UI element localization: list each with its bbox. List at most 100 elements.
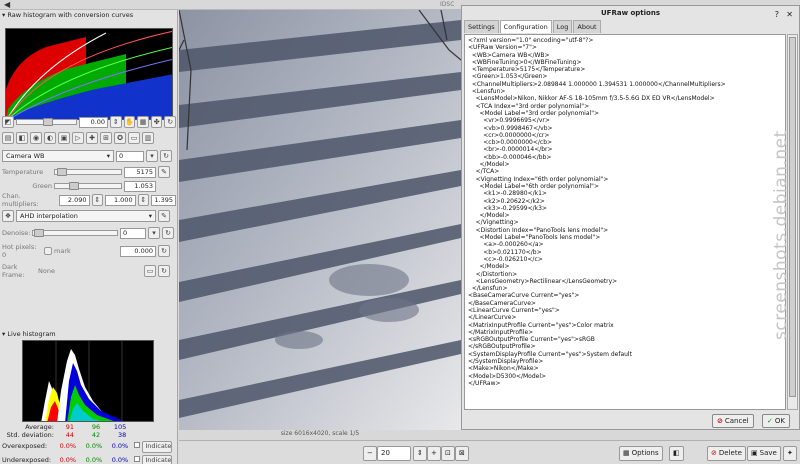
xml-line: <LinearCurve Current="yes"> bbox=[468, 306, 560, 314]
ok-check-icon: ✓ bbox=[767, 417, 773, 425]
zoom-spin-icon[interactable]: ⇕ bbox=[413, 446, 427, 461]
zoom-out-icon[interactable]: − bbox=[363, 446, 377, 461]
denoise-slider-knob[interactable] bbox=[34, 229, 44, 237]
load-darkframe-icon[interactable]: ▭ bbox=[144, 265, 156, 277]
wb-tab-icon[interactable]: ◧ bbox=[16, 132, 28, 144]
spot-wb-icon[interactable]: ✎ bbox=[158, 166, 170, 178]
live-histogram-header[interactable]: ▾ Live histogram bbox=[0, 329, 178, 339]
hotpixels-value[interactable]: 0.000 bbox=[120, 245, 156, 257]
send-to-gimp-icon[interactable]: ✦ bbox=[783, 446, 797, 461]
underexposed-indicate-button[interactable]: Indicate bbox=[142, 455, 173, 464]
crop-tab-icon[interactable]: ⊞ bbox=[100, 132, 112, 144]
xml-line: </Model> bbox=[468, 263, 510, 271]
wb-mode-select[interactable]: Camera WB ▾ bbox=[2, 150, 114, 162]
image-preview[interactable] bbox=[179, 10, 461, 430]
zoom-100-icon[interactable]: ⊠ bbox=[455, 446, 469, 461]
grayscale-tab-icon[interactable]: ◐ bbox=[44, 132, 56, 144]
window-menu-icon[interactable]: ◀ bbox=[4, 0, 10, 9]
underexposed-label: Underexposed: bbox=[2, 456, 52, 464]
interpolation-smoothing-icon[interactable]: ✎ bbox=[158, 210, 170, 222]
exposure-value[interactable]: 0.00 bbox=[79, 116, 109, 128]
collapse-triangle-icon[interactable]: ▾ bbox=[2, 11, 5, 19]
denoise-slider[interactable] bbox=[32, 229, 118, 237]
restore-details-icon[interactable]: ▦ bbox=[137, 116, 149, 128]
wb-mode-value: Camera WB bbox=[6, 152, 45, 160]
wb-finetune-spin-icon[interactable]: ▾ bbox=[146, 150, 158, 162]
xml-line: <Model Label="6th order polynomial"> bbox=[468, 182, 599, 190]
overexposed-indicate-checkbox[interactable] bbox=[134, 442, 141, 448]
underexposed-row: Underexposed: 0.0% 0.0% 0.0% Indicate bbox=[2, 455, 176, 464]
tab-about[interactable]: About bbox=[573, 20, 601, 33]
reset-darkframe-icon[interactable]: ↻ bbox=[158, 265, 170, 277]
zoom-input[interactable]: 20 bbox=[377, 446, 411, 461]
save-tab-icon[interactable]: ▥ bbox=[142, 132, 154, 144]
xml-line: <LensGeometry>Rectilinear</LensGeometry> bbox=[468, 277, 618, 285]
stddev-blue: 38 bbox=[117, 431, 127, 439]
zoom-in-icon[interactable]: + bbox=[427, 446, 441, 461]
overexposed-indicate-button[interactable]: Indicate bbox=[142, 441, 173, 453]
temperature-value[interactable]: 5175 bbox=[124, 166, 156, 178]
reset-exposure-icon[interactable]: ↻ bbox=[164, 116, 177, 128]
exposure-slider-knob[interactable] bbox=[42, 118, 53, 126]
auto-exposure-icon[interactable]: ✋ bbox=[123, 116, 136, 128]
configuration-xml-text[interactable]: <?xml version="1.0" encoding="utf-8"?> <U… bbox=[464, 34, 786, 410]
exposure-slider[interactable] bbox=[15, 118, 78, 126]
raw-histogram[interactable] bbox=[5, 28, 173, 120]
temperature-slider-knob[interactable] bbox=[57, 168, 67, 176]
ok-button[interactable]: ✓ OK bbox=[762, 414, 790, 428]
underexposed-indicate-checkbox[interactable] bbox=[134, 456, 141, 462]
raw-histogram-header[interactable]: ▾ Raw histogram with conversion curves bbox=[0, 10, 177, 20]
green-slider-knob[interactable] bbox=[69, 182, 79, 190]
overexposed-green: 0.0% bbox=[85, 442, 103, 450]
xml-line: <sRGBOutputProfile Current="yes">sRGB bbox=[468, 336, 595, 344]
curves-tab-icon[interactable]: ▷ bbox=[72, 132, 84, 144]
close-icon[interactable]: ✕ bbox=[786, 8, 793, 22]
color-mgmt-tab-icon[interactable]: ▣ bbox=[58, 132, 70, 144]
corrections-tab-icon[interactable]: ✚ bbox=[86, 132, 98, 144]
zoom-fit-icon[interactable]: ⊡ bbox=[441, 446, 455, 461]
xml-line: <br>-0.0000014</br> bbox=[468, 146, 553, 154]
spin-arrows-icon[interactable]: ⇕ bbox=[110, 116, 122, 128]
xml-line: </Model> bbox=[468, 212, 510, 220]
reset-hotpixels-icon[interactable]: ↻ bbox=[158, 245, 170, 257]
settings-icon[interactable]: ◧ bbox=[669, 446, 684, 461]
green-value[interactable]: 1.053 bbox=[124, 180, 156, 192]
interpolation-value: AHD interpolation bbox=[20, 212, 78, 220]
tab-log[interactable]: Log bbox=[552, 20, 573, 33]
live-histogram[interactable] bbox=[22, 340, 154, 422]
reset-denoise-icon[interactable]: ↻ bbox=[162, 227, 174, 239]
multiplier-blue[interactable]: 1.395 bbox=[151, 194, 176, 206]
multiplier-red-spin-icon[interactable]: ⇕ bbox=[91, 194, 103, 206]
xml-line: <WBFineTuning>0</WBFineTuning> bbox=[468, 58, 582, 66]
exif-tab-icon[interactable]: ✪ bbox=[114, 132, 126, 144]
interpolation-select[interactable]: AHD interpolation ▾ bbox=[16, 210, 156, 222]
snow-photo bbox=[179, 10, 461, 430]
delete-button[interactable]: ⊘ Delete bbox=[707, 446, 746, 461]
xml-line: <TCA Index="3rd order polynomial"> bbox=[468, 102, 590, 110]
base-curve-tab-icon[interactable]: ▤ bbox=[2, 132, 14, 144]
exposure-row: ◩ 0.00 ⇕ ✋ ▦ ✤ ↻ bbox=[2, 115, 177, 129]
temperature-slider[interactable] bbox=[54, 168, 122, 176]
wb-finetune[interactable]: 0 bbox=[116, 150, 144, 162]
dialog-titlebar: UFRaw options ? ✕ bbox=[462, 6, 799, 20]
cancel-button[interactable]: ⊘ Cancel bbox=[712, 414, 754, 428]
options-button[interactable]: ▦ Options bbox=[619, 446, 663, 461]
cancel-icon: ⊘ bbox=[717, 417, 723, 425]
green-slider[interactable] bbox=[54, 182, 122, 190]
tab-settings[interactable]: Settings bbox=[464, 20, 499, 33]
lens-tab-icon[interactable]: ◉ bbox=[30, 132, 42, 144]
help-icon[interactable]: ? bbox=[775, 8, 779, 22]
rotate-tab-icon[interactable]: ▭ bbox=[128, 132, 140, 144]
mark-checkbox[interactable] bbox=[44, 247, 52, 255]
multiplier-red[interactable]: 2.090 bbox=[58, 194, 90, 206]
reset-wb-icon[interactable]: ↻ bbox=[160, 150, 172, 162]
darkframe-value: None bbox=[38, 267, 55, 275]
denoise-value[interactable]: 0 bbox=[120, 227, 146, 239]
clip-highlights-icon[interactable]: ✤ bbox=[150, 116, 163, 128]
tab-configuration[interactable]: Configuration bbox=[499, 20, 552, 33]
collapse-triangle-icon[interactable]: ▾ bbox=[2, 330, 5, 338]
denoise-spin-icon[interactable]: ▾ bbox=[148, 227, 160, 239]
multiplier-green-spin-icon[interactable]: ⇕ bbox=[137, 194, 150, 206]
multiplier-green[interactable]: 1.000 bbox=[104, 194, 136, 206]
save-button[interactable]: ▣ Save bbox=[747, 446, 781, 461]
